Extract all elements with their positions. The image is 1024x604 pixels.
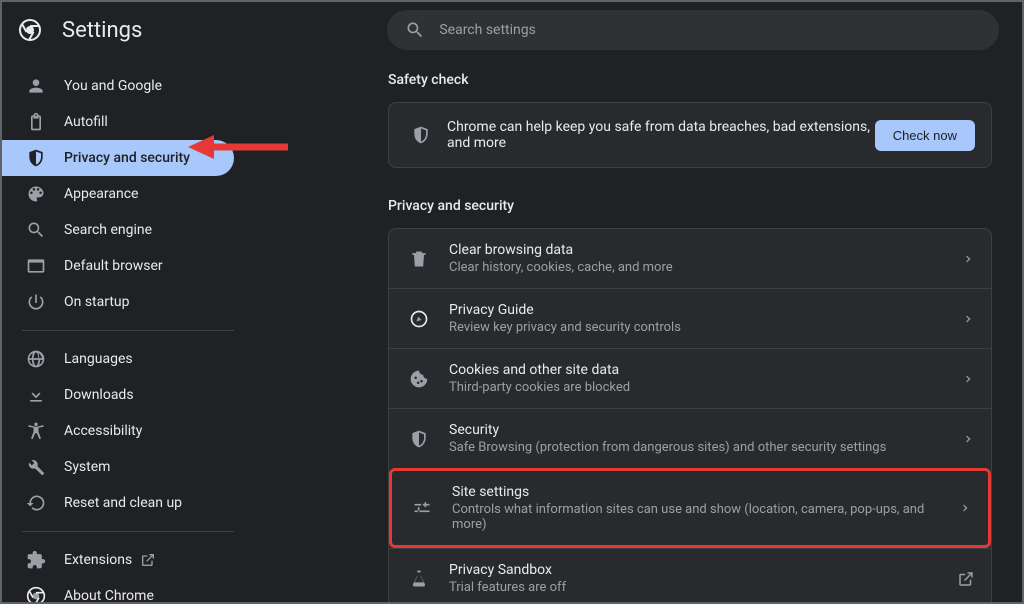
search-placeholder: Search settings [439, 22, 536, 38]
power-icon [26, 292, 46, 312]
person-icon [26, 76, 46, 96]
shield-icon [411, 125, 431, 145]
sidebar-item-label: System [64, 459, 110, 475]
chevron-right-icon [964, 435, 971, 442]
sliders-icon [412, 498, 432, 518]
safety-check-card: Chrome can help keep you safe from data … [388, 102, 992, 168]
download-icon [26, 385, 46, 405]
shield-icon [26, 148, 46, 168]
row-title: Security [449, 422, 963, 438]
shield-icon [409, 429, 429, 449]
sidebar: You and Google Autofill Privacy and securi… [2, 58, 258, 602]
sidebar-item-about-chrome[interactable]: About Chrome [2, 578, 234, 602]
sidebar-item-system[interactable]: System [2, 449, 234, 485]
clipboard-icon [26, 112, 46, 132]
sidebar-item-default-browser[interactable]: Default browser [2, 248, 234, 284]
row-subtitle: Controls what information sites can use … [452, 502, 960, 532]
sidebar-item-reset[interactable]: Reset and clean up [2, 485, 234, 521]
chrome-icon [26, 586, 46, 602]
accessibility-icon [26, 421, 46, 441]
privacy-heading: Privacy and security [388, 198, 992, 214]
sidebar-item-label: Default browser [64, 258, 163, 274]
row-title: Clear browsing data [449, 242, 963, 258]
sidebar-item-search-engine[interactable]: Search engine [2, 212, 234, 248]
page-title: Settings [62, 18, 142, 43]
header: Settings Search settings [2, 2, 1022, 58]
chevron-right-icon [964, 375, 971, 382]
row-title: Cookies and other site data [449, 362, 963, 378]
sidebar-item-label: Privacy and security [64, 150, 190, 166]
row-title: Site settings [452, 484, 960, 500]
main-content: Safety check Chrome can help keep you sa… [258, 58, 1022, 602]
browser-icon [26, 256, 46, 276]
search-icon [405, 20, 425, 40]
sidebar-item-appearance[interactable]: Appearance [2, 176, 234, 212]
sidebar-item-label: Appearance [64, 186, 138, 202]
wrench-icon [26, 457, 46, 477]
search-icon [26, 220, 46, 240]
row-site-settings[interactable]: Site settings Controls what information s… [389, 468, 991, 548]
flask-icon [409, 569, 429, 589]
sidebar-item-privacy[interactable]: Privacy and security [2, 140, 234, 176]
sidebar-item-on-startup[interactable]: On startup [2, 284, 234, 320]
check-now-button[interactable]: Check now [875, 120, 975, 151]
sidebar-item-label: Search engine [64, 222, 152, 238]
row-title: Privacy Guide [449, 302, 963, 318]
chevron-right-icon [961, 505, 968, 512]
restore-icon [26, 493, 46, 513]
sidebar-item-label: Accessibility [64, 423, 142, 439]
sidebar-item-label: On startup [64, 294, 130, 310]
row-privacy-sandbox[interactable]: Privacy Sandbox Trial features are off [389, 548, 991, 602]
row-subtitle: Trial features are off [449, 580, 957, 595]
trash-icon [409, 249, 429, 269]
sidebar-item-label: Reset and clean up [64, 495, 182, 511]
row-subtitle: Review key privacy and security controls [449, 320, 963, 335]
safety-check-text: Chrome can help keep you safe from data … [447, 119, 875, 151]
chevron-right-icon [964, 255, 971, 262]
chevron-right-icon [964, 315, 971, 322]
sidebar-item-downloads[interactable]: Downloads [2, 377, 234, 413]
row-subtitle: Clear history, cookies, cache, and more [449, 260, 963, 275]
sidebar-item-accessibility[interactable]: Accessibility [2, 413, 234, 449]
external-link-icon [957, 570, 975, 588]
row-subtitle: Safe Browsing (protection from dangerous… [449, 440, 963, 455]
search-input[interactable]: Search settings [387, 10, 999, 50]
sidebar-item-autofill[interactable]: Autofill [2, 104, 234, 140]
sidebar-item-label: You and Google [64, 78, 162, 94]
chrome-logo-icon [18, 18, 42, 42]
row-title: Privacy Sandbox [449, 562, 957, 578]
sidebar-item-label: Languages [64, 351, 133, 367]
palette-icon [26, 184, 46, 204]
row-security[interactable]: Security Safe Browsing (protection from d… [389, 408, 991, 468]
globe-icon [26, 349, 46, 369]
privacy-card: Clear browsing data Clear history, cookie… [388, 228, 992, 602]
row-privacy-guide[interactable]: Privacy Guide Review key privacy and secu… [389, 288, 991, 348]
sidebar-item-label: Autofill [64, 114, 108, 130]
row-subtitle: Third-party cookies are blocked [449, 380, 963, 395]
puzzle-icon [26, 550, 46, 570]
row-cookies[interactable]: Cookies and other site data Third-party c… [389, 348, 991, 408]
sidebar-item-you-and-google[interactable]: You and Google [2, 68, 234, 104]
external-link-icon [140, 552, 156, 568]
row-clear-browsing[interactable]: Clear browsing data Clear history, cookie… [389, 229, 991, 288]
sidebar-item-languages[interactable]: Languages [2, 341, 234, 377]
sidebar-item-label: About Chrome [64, 588, 154, 602]
compass-icon [409, 309, 429, 329]
safety-check-heading: Safety check [388, 72, 992, 88]
sidebar-item-label: Extensions [64, 552, 132, 568]
cookie-icon [409, 369, 429, 389]
sidebar-item-extensions[interactable]: Extensions [2, 542, 234, 578]
sidebar-item-label: Downloads [64, 387, 134, 403]
